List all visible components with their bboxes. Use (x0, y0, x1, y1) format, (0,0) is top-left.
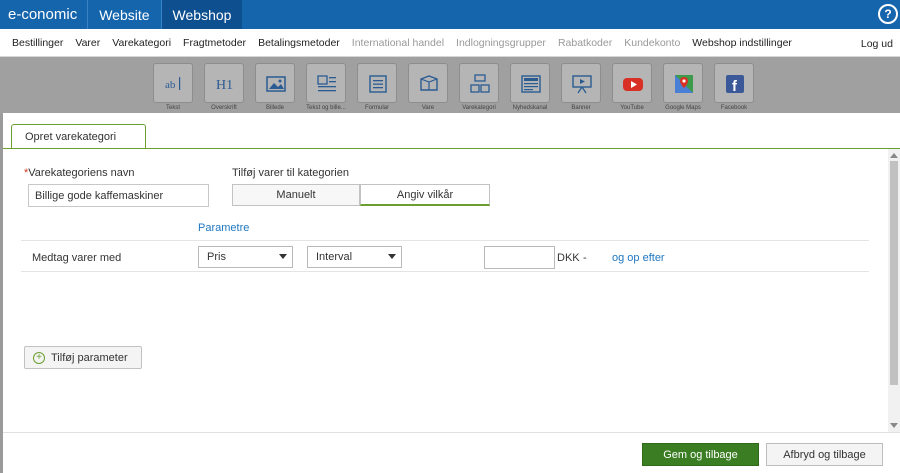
nav-item-varer[interactable]: Varer (69, 37, 106, 49)
news-icon[interactable] (510, 63, 550, 103)
webshop-nav: Bestillinger Varer Varekategori Fragtmet… (0, 29, 900, 57)
cancel-and-back-button[interactable]: Afbryd og tilbage (766, 443, 883, 466)
scroll-down-icon[interactable] (890, 423, 898, 428)
nav-item-varekategori[interactable]: Varekategori (106, 37, 177, 49)
google-maps-icon[interactable] (663, 63, 703, 103)
operator-select[interactable]: Interval (307, 246, 402, 268)
heading-icon[interactable]: H1 (204, 63, 244, 103)
manual-option-button[interactable]: Manuelt (232, 184, 360, 206)
name-field-label: *Varekategoriens navn (24, 167, 134, 179)
add-parameter-label: Tilføj parameter (51, 351, 128, 364)
help-icon[interactable]: ? (878, 4, 898, 24)
widget-label: Facebook (720, 105, 748, 111)
include-products-label: Medtag varer med (32, 252, 122, 264)
operator-select-value: Interval (316, 251, 353, 263)
tab-webshop[interactable]: Webshop (160, 0, 243, 29)
footer-divider (3, 432, 900, 433)
tab-website[interactable]: Website (87, 0, 160, 29)
currency-label: DKK (557, 252, 580, 264)
category-name-input[interactable] (28, 184, 209, 207)
save-and-back-button[interactable]: Gem og tilbage (642, 443, 759, 466)
nav-item-international-handel[interactable]: International handel (346, 37, 450, 49)
chevron-down-icon (279, 254, 287, 259)
product-icon[interactable] (408, 63, 448, 103)
conditions-option-button[interactable]: Angiv vilkår (360, 184, 490, 206)
amount-input[interactable] (484, 246, 555, 269)
nav-item-betalingsmetoder[interactable]: Betalingsmetoder (252, 37, 346, 49)
scroll-thumb[interactable] (890, 161, 898, 385)
add-products-label: Tilføj varer til kategorien (232, 167, 349, 179)
brand-logo[interactable]: e-conomic (0, 0, 87, 29)
form-content: *Varekategoriens navn Tilføj varer til k… (3, 149, 888, 432)
tab-opret-varekategori[interactable]: Opret varekategori (11, 124, 146, 149)
divider (21, 271, 869, 272)
nav-item-rabatkoder[interactable]: Rabatkoder (552, 37, 618, 49)
chevron-down-icon (388, 254, 396, 259)
nav-item-fragtmetoder[interactable]: Fragtmetoder (177, 37, 252, 49)
facebook-icon[interactable]: f (714, 63, 754, 103)
top-bar: e-conomic Website Webshop ? (0, 0, 900, 29)
name-label-text: Varekategoriens navn (28, 167, 135, 179)
image-icon[interactable] (255, 63, 295, 103)
divider (21, 240, 869, 241)
nav-item-indlogningsgrupper[interactable]: Indlogningsgrupper (450, 37, 552, 49)
nav-item-kundekonto[interactable]: Kundekonto (618, 37, 686, 49)
widget-toolbar: ab Tekst H1 Overskrift Billede Tekst og … (0, 57, 900, 114)
category-icon[interactable] (459, 63, 499, 103)
range-dash: - (583, 252, 587, 264)
form-icon[interactable] (357, 63, 397, 103)
youtube-icon[interactable] (612, 63, 652, 103)
text-icon[interactable]: ab (153, 63, 193, 103)
logout-link[interactable]: Log ud (861, 38, 893, 50)
text-image-icon[interactable] (306, 63, 346, 103)
create-category-panel: Opret varekategori *Varekategoriens navn… (3, 113, 900, 473)
plus-circle-icon: + (33, 351, 45, 364)
add-parameter-button[interactable]: + Tilføj parameter (24, 346, 142, 369)
and-after-link[interactable]: og op efter (612, 252, 665, 264)
nav-item-bestillinger[interactable]: Bestillinger (6, 37, 69, 49)
field-select[interactable]: Pris (198, 246, 293, 268)
field-select-value: Pris (207, 251, 226, 263)
parameters-header: Parametre (198, 222, 250, 234)
scrollbar[interactable] (888, 149, 900, 432)
scroll-up-icon[interactable] (890, 153, 898, 158)
svg-text:H1: H1 (216, 78, 233, 93)
banner-icon[interactable] (561, 63, 601, 103)
nav-item-webshop-indstillinger[interactable]: Webshop indstillinger (686, 37, 798, 49)
svg-text:ab: ab (165, 79, 176, 91)
